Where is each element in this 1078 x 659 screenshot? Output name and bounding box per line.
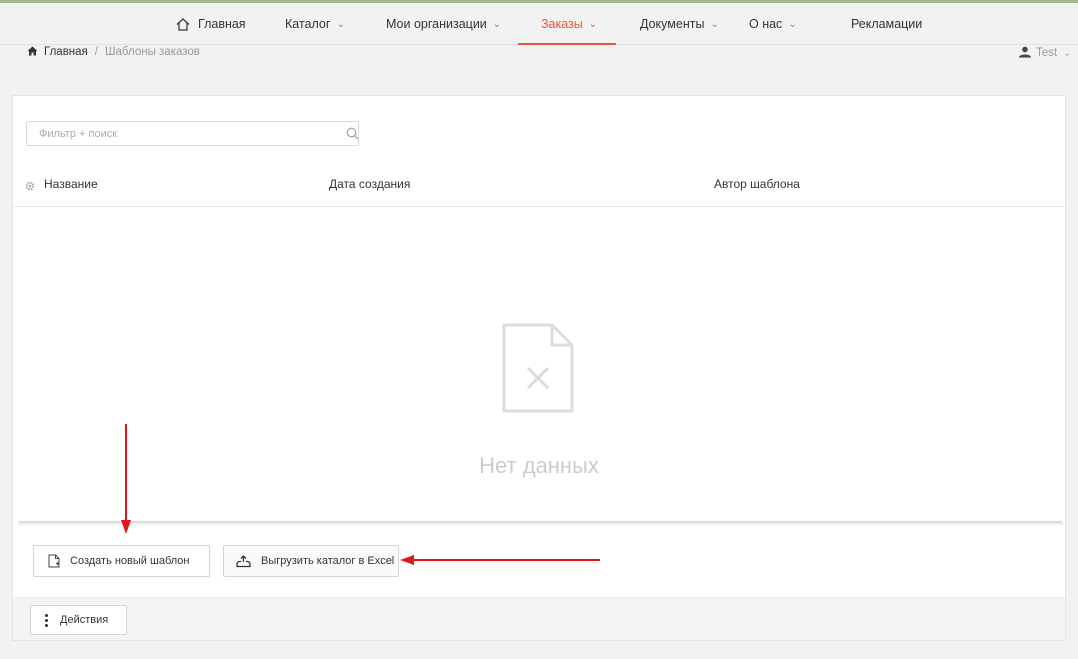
chevron-down-icon: ⌄ [788, 19, 797, 30]
column-header-author[interactable]: Автор шаблона [714, 177, 800, 191]
nav-item-my-organizations[interactable]: Мои организации ⌄ [386, 3, 501, 45]
nav-item-label: Заказы [541, 17, 583, 31]
nav-item-label: Главная [198, 17, 246, 31]
top-navigation: Главная Каталог ⌄ Мои организации ⌄ Заказы… [0, 3, 1078, 45]
nav-item-label: Мои организации [386, 17, 487, 31]
create-template-label: Создать новый шаблон [70, 555, 190, 567]
empty-state: Нет данных [13, 208, 1065, 518]
nav-item-catalog[interactable]: Каталог ⌄ [285, 3, 345, 45]
upload-tray-icon [236, 554, 251, 568]
nav-item-home[interactable]: Главная [176, 3, 246, 45]
actions-label: Действия [60, 614, 109, 626]
nav-item-label: Рекламации [851, 17, 923, 31]
column-header-created-date[interactable]: Дата создания [329, 177, 410, 191]
nav-item-about[interactable]: О нас ⌄ [749, 3, 797, 45]
column-header-name[interactable]: Название [44, 177, 98, 191]
user-name: Test [1036, 47, 1058, 59]
filter-search-input[interactable] [27, 122, 327, 145]
chevron-down-icon: ⌄ [1063, 48, 1072, 59]
filter-search-box[interactable] [26, 121, 359, 146]
actions-bar: Действия [13, 597, 1065, 640]
create-template-button[interactable]: Создать новый шаблон [33, 545, 210, 577]
nav-item-label: Документы [640, 17, 705, 31]
nav-item-label: Каталог [285, 17, 331, 31]
empty-file-icon [502, 323, 574, 416]
nav-item-orders[interactable]: Заказы ⌄ [541, 3, 597, 45]
breadcrumb: Главная / Шаблоны заказов [27, 46, 200, 62]
user-menu[interactable]: Test ⌄ [1018, 46, 1071, 62]
export-catalog-excel-button[interactable]: Выгрузить каталог в Excel [223, 545, 399, 577]
home-outline-icon [176, 6, 190, 48]
breadcrumb-separator: / [94, 46, 98, 58]
more-vertical-icon [45, 613, 48, 627]
active-tab-indicator [518, 43, 616, 45]
actions-button[interactable]: Действия [30, 605, 127, 635]
table-header: Название Дата создания Автор шаблона [13, 168, 1065, 207]
gear-icon[interactable] [25, 180, 35, 194]
chevron-down-icon: ⌄ [710, 19, 719, 30]
search-icon[interactable] [346, 127, 359, 143]
home-icon [27, 46, 38, 59]
nav-item-claims[interactable]: Рекламации [851, 3, 922, 45]
breadcrumb-home-link[interactable]: Главная [44, 46, 88, 58]
empty-state-text: Нет данных [479, 453, 599, 478]
nav-item-documents[interactable]: Документы ⌄ [640, 3, 719, 45]
breadcrumb-current: Шаблоны заказов [104, 46, 200, 58]
chevron-down-icon: ⌄ [336, 19, 345, 30]
nav-item-label: О нас [749, 17, 783, 31]
export-catalog-label: Выгрузить каталог в Excel [261, 555, 395, 567]
chevron-down-icon: ⌄ [588, 19, 598, 30]
user-icon [1018, 46, 1032, 61]
section-divider [18, 521, 1063, 526]
templates-panel: Название Дата создания Автор шаблона Нет… [12, 95, 1066, 641]
chevron-down-icon: ⌄ [492, 19, 502, 30]
new-file-icon [48, 554, 60, 568]
